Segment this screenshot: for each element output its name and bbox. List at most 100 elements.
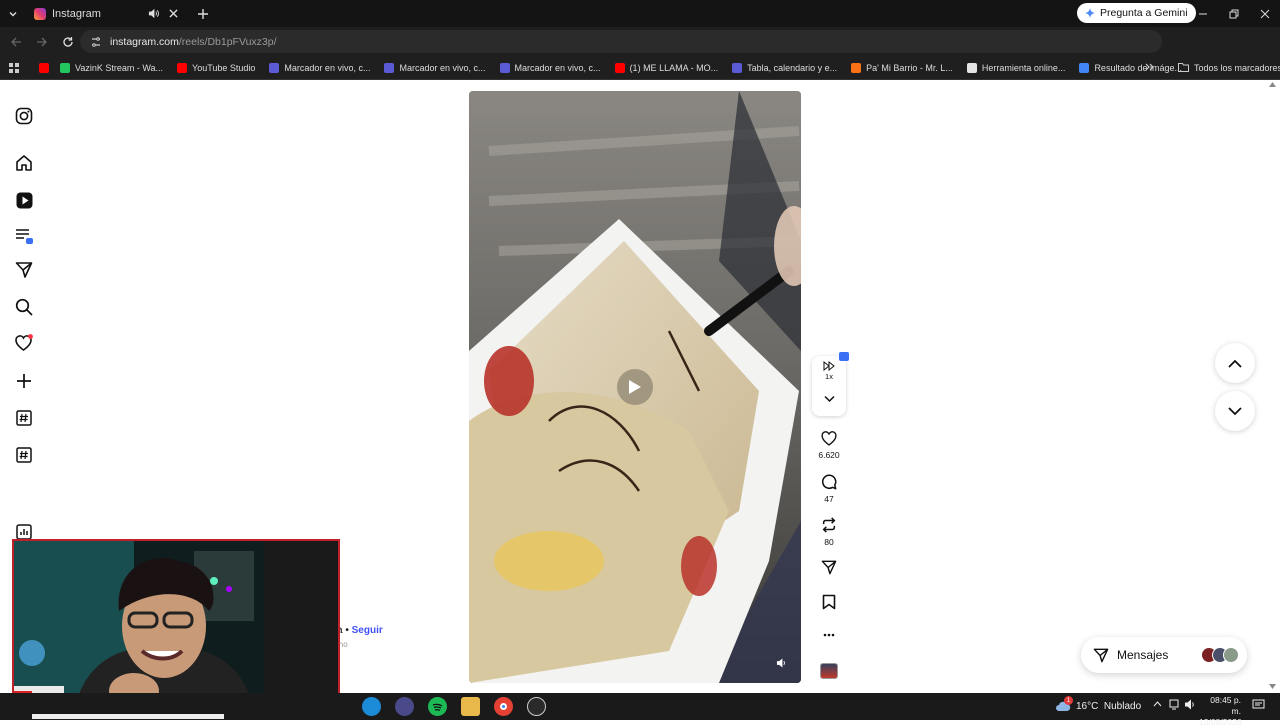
search-icon[interactable]: [14, 297, 34, 317]
like-action[interactable]: 6.620: [812, 431, 846, 460]
new-tab-plus-icon[interactable]: [192, 3, 214, 25]
home-icon[interactable]: [14, 153, 34, 173]
bookmark-item[interactable]: Herramienta online...: [966, 63, 1066, 73]
play-button[interactable]: [617, 369, 653, 405]
bookmark-youtube-icon[interactable]: [39, 62, 49, 73]
browser-tab-instagram[interactable]: Instagram: [28, 0, 186, 27]
messages-button[interactable]: Mensajes: [1081, 637, 1247, 673]
bookmark-label: (1) ME LLAMA - MO...: [629, 63, 719, 73]
instagram-favicon-icon: [34, 7, 46, 20]
more-bookmarks-icon[interactable]: [1145, 62, 1155, 72]
reload-icon[interactable]: [56, 30, 80, 54]
speed-value: 1x: [825, 372, 833, 381]
browser-toolbar: instagram.com/reels/Db1pFVuxz3p/: [0, 27, 1280, 75]
speed-collapse-chevron-icon[interactable]: [812, 395, 846, 403]
edge-browser-icon[interactable]: [362, 697, 381, 716]
minimize-window-icon[interactable]: [1188, 0, 1218, 27]
bookmark-favicon-icon: [1079, 63, 1090, 73]
hashtag-icon-secondary[interactable]: [14, 445, 34, 465]
previous-reel-button[interactable]: [1215, 343, 1255, 383]
scroll-up-arrow-icon[interactable]: [1269, 82, 1276, 87]
bookmark-label: Marcador en vivo, c...: [514, 63, 601, 73]
bookmark-label: Marcador en vivo, c...: [399, 63, 486, 73]
address-bar[interactable]: instagram.com/reels/Db1pFVuxz3p/: [80, 30, 1162, 53]
tab-audio-icon[interactable]: [146, 7, 160, 21]
taskbar-active-indicator: [32, 714, 224, 719]
file-explorer-folder-icon[interactable]: [461, 697, 480, 716]
back-arrow-icon[interactable]: [4, 30, 28, 54]
gemini-button[interactable]: Pregunta a Gemini: [1077, 3, 1196, 23]
bookmark-label: Herramienta online...: [981, 63, 1066, 73]
notification-center-icon[interactable]: [1252, 699, 1265, 710]
webcam-feed: [14, 541, 338, 711]
share-send-icon[interactable]: [812, 560, 846, 575]
messages-send-icon[interactable]: [14, 260, 34, 280]
bookmark-item[interactable]: Marcador en vivo, c...: [499, 63, 601, 73]
bookmark-item[interactable]: Pa' Mi Barrio - Mr. L...: [851, 63, 953, 73]
tab-title: Instagram: [52, 7, 101, 20]
bookmark-item[interactable]: (1) ME LLAMA - MO...: [614, 63, 719, 73]
save-bookmark-icon[interactable]: [812, 594, 846, 610]
bookmark-item[interactable]: Marcador en vivo, c...: [269, 63, 370, 73]
speaker-icon[interactable]: [1184, 699, 1196, 710]
bookmark-favicon-icon: [614, 63, 625, 73]
all-bookmarks-folder[interactable]: Todos los marcadores: [1178, 63, 1280, 73]
tab-search-chevron-icon[interactable]: [0, 0, 26, 27]
forward-arrow-icon[interactable]: [30, 30, 54, 54]
network-icon[interactable]: [1169, 699, 1179, 710]
create-plus-icon[interactable]: [14, 371, 34, 391]
spotify-icon[interactable]: [428, 697, 447, 716]
bookmark-favicon-icon: [384, 63, 395, 73]
comment-action[interactable]: 47: [812, 474, 846, 504]
tray-overflow-chevron-icon[interactable]: [1153, 701, 1162, 707]
bookmark-favicon-icon: [966, 63, 977, 73]
bookmark-item[interactable]: VazinK Stream - Wa...: [60, 63, 163, 73]
audio-thumbnail[interactable]: [820, 663, 838, 679]
bookmark-item[interactable]: Tabla, calendario y e...: [732, 63, 837, 73]
repost-action[interactable]: 80: [812, 517, 846, 547]
next-reel-button[interactable]: [1215, 391, 1255, 431]
taskbar-clock[interactable]: 08:45 p. m. 13/08/2026: [1199, 695, 1242, 728]
bookmark-item[interactable]: Marcador en vivo, c...: [384, 63, 486, 73]
repost-icon: [822, 517, 836, 533]
browser-tabstrip: Instagram Pregunta a Gemini: [0, 0, 1280, 27]
scroll-down-arrow-icon[interactable]: [1269, 684, 1276, 689]
bookmark-item[interactable]: Resultado de imáge...: [1079, 63, 1182, 73]
clock-time: 08:45 p. m.: [1210, 695, 1241, 716]
more-options-icon[interactable]: [812, 633, 846, 637]
speed-badge: [839, 352, 849, 361]
reel-video[interactable]: [469, 91, 801, 683]
repost-count: 80: [824, 537, 834, 547]
bookmark-favicon-icon: [60, 63, 70, 73]
bookmarks-bar: VazinK Stream - Wa... YouTube Studio Marca…: [0, 56, 1280, 80]
avatar: [1223, 647, 1240, 663]
chevron-down-icon: [1228, 406, 1242, 415]
volume-button[interactable]: [772, 655, 790, 671]
url-path: /reels/Db1pFVuxz3p/: [178, 35, 277, 48]
weather-text[interactable]: 16°C Nublado: [1076, 701, 1141, 712]
discord-app-icon[interactable]: [395, 697, 414, 716]
obs-studio-icon[interactable]: [527, 697, 546, 716]
speed-control[interactable]: 1x: [812, 361, 846, 381]
notifications-heart-icon[interactable]: [14, 333, 34, 353]
bookmark-label: Resultado de imáge...: [1094, 63, 1182, 73]
url-host: instagram.com: [110, 35, 179, 48]
bookmark-label: Pa' Mi Barrio - Mr. L...: [866, 63, 953, 73]
restore-window-icon[interactable]: [1219, 0, 1249, 27]
bookmark-favicon-icon: [732, 63, 743, 73]
chevron-up-icon: [1228, 359, 1242, 368]
feed-list-icon[interactable]: [14, 226, 34, 246]
chrome-icon[interactable]: [494, 697, 513, 716]
messages-send-icon-small: [1093, 648, 1109, 662]
follow-button[interactable]: Seguir: [352, 625, 383, 636]
hashtag-icon[interactable]: [14, 408, 34, 428]
like-count: 6.620: [818, 450, 840, 460]
reels-icon[interactable]: [14, 190, 34, 210]
close-window-icon[interactable]: [1250, 0, 1280, 27]
apps-grid-icon[interactable]: [0, 62, 27, 73]
author-dot: •: [345, 625, 349, 636]
instagram-logo-icon[interactable]: [14, 106, 34, 126]
bookmark-item[interactable]: YouTube Studio: [177, 63, 255, 73]
site-settings-icon[interactable]: [90, 36, 102, 48]
tab-close-icon[interactable]: [166, 7, 180, 21]
